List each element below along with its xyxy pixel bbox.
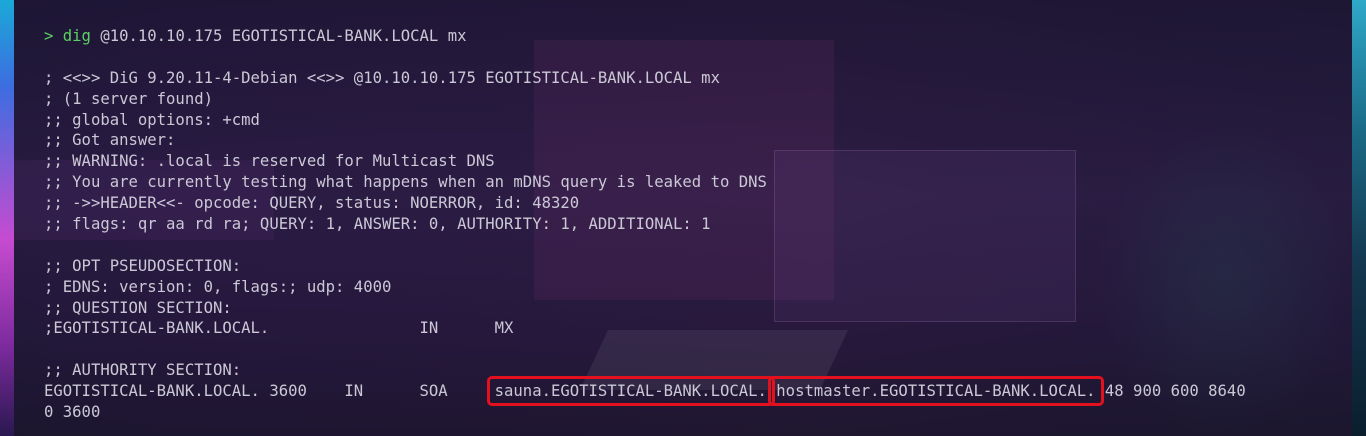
wallpaper-right-edge <box>1352 0 1366 436</box>
output-line: ;; global options: +cmd <box>44 110 260 129</box>
output-line: ;; Got answer: <box>44 131 176 150</box>
output-line: ; EDNS: version: 0, flags:; udp: 4000 <box>44 277 392 296</box>
output-line: ; <<>> DiG 9.20.11-4-Debian <<>> @10.10.… <box>44 68 720 87</box>
soa-suffix: 48 900 600 8640 <box>1095 382 1246 401</box>
wallpaper-left-edge <box>0 0 14 436</box>
responsible-mailbox-highlight: hostmaster.EGOTISTICAL-BANK.LOCAL. <box>768 376 1104 407</box>
output-line: ; (1 server found) <box>44 89 213 108</box>
output-line: ;; You are currently testing what happen… <box>44 173 767 192</box>
prompt-symbol: > <box>44 27 54 45</box>
output-line: ;EGOTISTICAL-BANK.LOCAL. IN MX <box>44 319 514 338</box>
soa-record-wrap: 0 3600 <box>44 403 101 422</box>
terminal-window[interactable]: > dig @10.10.10.175 EGOTISTICAL-BANK.LOC… <box>14 0 1352 436</box>
output-line: ;; WARNING: .local is reserved for Multi… <box>44 152 495 171</box>
command-name: dig <box>62 27 91 45</box>
desktop-background: > dig @10.10.10.175 EGOTISTICAL-BANK.LOC… <box>0 0 1366 436</box>
primary-ns-highlight: sauna.EGOTISTICAL-BANK.LOCAL. <box>486 376 775 407</box>
command-line: > dig @10.10.10.175 EGOTISTICAL-BANK.LOC… <box>44 26 1246 47</box>
terminal-output[interactable]: > dig @10.10.10.175 EGOTISTICAL-BANK.LOC… <box>44 26 1246 423</box>
output-line: ;; AUTHORITY SECTION: <box>44 361 242 380</box>
output-line: ;; QUESTION SECTION: <box>44 298 232 317</box>
command-args: @10.10.10.175 EGOTISTICAL-BANK.LOCAL mx <box>90 27 467 45</box>
soa-prefix: EGOTISTICAL-BANK.LOCAL. 3600 IN SOA <box>44 382 495 401</box>
output-line: ;; ->>HEADER<<- opcode: QUERY, status: N… <box>44 194 580 213</box>
output-line: ;; OPT PSEUDOSECTION: <box>44 256 242 275</box>
soa-record-line: EGOTISTICAL-BANK.LOCAL. 3600 IN SOA saun… <box>44 376 1246 407</box>
output-line: ;; flags: qr aa rd ra; QUERY: 1, ANSWER:… <box>44 215 711 234</box>
